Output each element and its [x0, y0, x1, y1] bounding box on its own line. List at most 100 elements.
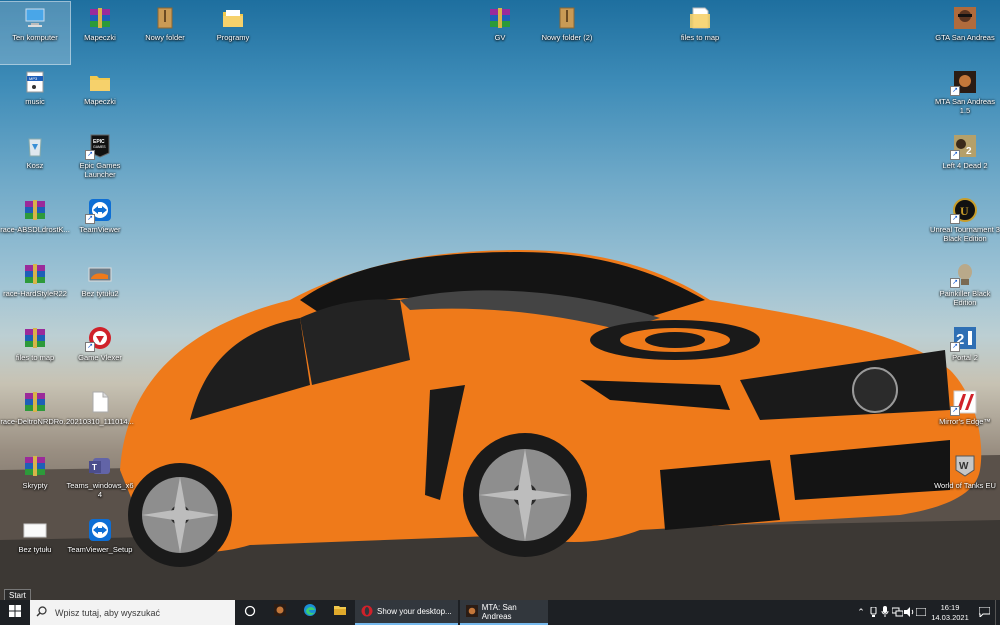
- desktop-icon-race-deltro[interactable]: race-DeltroNRDRo...: [0, 386, 70, 448]
- show-desktop-button[interactable]: [995, 600, 1000, 625]
- shortcut-arrow-icon: ↗: [85, 214, 95, 224]
- winrar-archive-icon: [23, 326, 47, 350]
- mta-sa-icon: ↗: [950, 70, 977, 96]
- svg-text:W: W: [959, 461, 969, 472]
- desktop-icon-nowy-folder-2[interactable]: Nowy folder (2): [532, 2, 602, 64]
- shortcut-arrow-icon: ↗: [950, 214, 960, 224]
- desktop-icon-kosz[interactable]: Kosz: [0, 130, 70, 192]
- desktop-icon-gv[interactable]: GV: [465, 2, 535, 64]
- icon-label: Nowy folder (2): [541, 33, 593, 42]
- game-launcher-icon: [273, 603, 287, 622]
- folder-archive-icon: [153, 6, 177, 30]
- svg-text:2: 2: [966, 146, 972, 157]
- winrar-archive-icon: [488, 6, 512, 30]
- taskbar-app-opera[interactable]: Show your desktop...: [355, 600, 458, 625]
- desktop-icon-unreal-tournament[interactable]: U ↗ Unreal Tournament 3 Black Edition: [930, 194, 1000, 256]
- language-button[interactable]: [915, 600, 927, 625]
- taskbar-app-mta[interactable]: MTA: San Andreas: [459, 600, 548, 625]
- desktop-icon-mapeczki-archive[interactable]: Mapeczki: [65, 2, 135, 64]
- desktop-icon-game-vlexer[interactable]: ↗ Game Vlexer: [65, 322, 135, 384]
- svg-text:U: U: [960, 204, 969, 218]
- car-wallpaper-image: [0, 250, 1000, 600]
- edge-icon: [303, 603, 317, 622]
- icon-label: Portal 2: [952, 353, 978, 362]
- desktop-icon-left4dead2[interactable]: 2 ↗ Left 4 Dead 2: [930, 130, 1000, 192]
- desktop-icon-programy[interactable]: Programy: [198, 2, 268, 64]
- taskbar-app-label: MTA: San Andreas: [481, 602, 517, 621]
- network-icon: [891, 607, 903, 619]
- notifications-button[interactable]: [973, 600, 995, 625]
- winrar-archive-icon: [88, 6, 112, 30]
- desktop-icon-world-of-tanks[interactable]: W World of Tanks EU: [930, 450, 1000, 512]
- icon-label: GV: [494, 33, 506, 42]
- shortcut-arrow-icon: ↗: [85, 150, 95, 160]
- taskbar: Wpisz tutaj, aby wyszukać Show your desk…: [0, 600, 1000, 625]
- volume-button[interactable]: [903, 600, 915, 625]
- start-button[interactable]: [0, 600, 30, 625]
- show-hidden-icons-button[interactable]: ⌃: [855, 600, 867, 625]
- desktop-icon-files-to-map-archive[interactable]: files to map: [0, 322, 70, 384]
- search-placeholder: Wpisz tutaj, aby wyszukać: [55, 607, 161, 618]
- desktop-icon-race-absdl[interactable]: race-ABSDLdrostK...: [0, 194, 70, 256]
- desktop-wallpaper: [0, 0, 1000, 600]
- taskbar-file-explorer[interactable]: [325, 600, 355, 625]
- desktop-icon-nowy-folder[interactable]: Nowy folder: [130, 2, 200, 64]
- icon-label: Mirror's Edge™: [939, 417, 991, 426]
- tray-app-button[interactable]: [867, 600, 879, 625]
- desktop-icon-race-hardstyle[interactable]: race-HardStyleR22: [0, 258, 70, 320]
- taskbar-edge[interactable]: [295, 600, 325, 625]
- desktop-icon-bez-tytulu[interactable]: Bez tytułu: [0, 514, 70, 576]
- icon-label: Nowy folder: [145, 33, 185, 42]
- winrar-archive-icon: [23, 390, 47, 414]
- icon-label: TeamViewer: [79, 225, 121, 234]
- taskbar-pinned-app[interactable]: [265, 600, 295, 625]
- desktop-icon-20210310-file[interactable]: 20210310_111014...: [65, 386, 135, 448]
- task-view-button[interactable]: [235, 600, 265, 625]
- icon-label: files to map: [680, 33, 720, 42]
- desktop-icon-mta-san-andreas[interactable]: ↗ MTA San Andreas 1.5: [930, 66, 1000, 128]
- blank-file-icon: [88, 390, 112, 414]
- teamviewer-icon: ↗: [85, 198, 112, 224]
- taskbar-search-box[interactable]: Wpisz tutaj, aby wyszukać: [30, 600, 235, 625]
- taskbar-clock[interactable]: 16:19 14.03.2021: [927, 603, 973, 623]
- network-button[interactable]: [891, 600, 903, 625]
- clock-time: 16:19: [940, 602, 960, 612]
- desktop-icon-mirrors-edge[interactable]: ↗ Mirror's Edge™: [930, 386, 1000, 448]
- opera-icon: [361, 605, 373, 619]
- world-of-tanks-icon: W: [953, 454, 977, 478]
- desktop-icon-epic-games[interactable]: EPIC GAMES ↗ Epic Games Launcher: [65, 130, 135, 192]
- volume-icon: [903, 606, 915, 619]
- desktop-icon-teamviewer[interactable]: ↗ TeamViewer: [65, 194, 135, 256]
- gta-sa-icon: [953, 6, 977, 30]
- icon-label: MTA San Andreas 1.5: [935, 97, 995, 115]
- desktop-icon-gta-san-andreas[interactable]: GTA San Andreas: [930, 2, 1000, 64]
- desktop-icon-bez-tytulu2[interactable]: Bez tytułu2: [65, 258, 135, 320]
- taskbar-app-label: Show your desktop...: [377, 607, 452, 616]
- tray-app-icon: [869, 606, 878, 619]
- desktop-icon-painkiller[interactable]: ↗ Painkiller Black Edition: [930, 258, 1000, 320]
- desktop-icon-files-to-map-folder[interactable]: files to map: [665, 2, 735, 64]
- microphone-button[interactable]: [879, 600, 891, 625]
- shortcut-arrow-icon: ↗: [950, 150, 960, 160]
- desktop-icon-teamviewer-setup[interactable]: TeamViewer_Setup: [65, 514, 135, 576]
- desktop-icon-skrypty[interactable]: Skrypty: [0, 450, 70, 512]
- clock-date: 14.03.2021: [931, 612, 969, 622]
- svg-text:MP3: MP3: [29, 76, 38, 81]
- game-app-icon: ↗: [85, 326, 112, 352]
- icon-label: Bez tytułu2: [81, 289, 119, 298]
- icon-label: Epic Games Launcher: [79, 161, 121, 179]
- unreal-tournament-icon: U ↗: [950, 198, 977, 224]
- icon-label: Kosz: [26, 161, 44, 170]
- desktop-icon-mapeczki-folder[interactable]: Mapeczki: [65, 66, 135, 128]
- mta-sa-icon: [465, 604, 478, 619]
- svg-text:GAMES: GAMES: [93, 145, 106, 149]
- icon-label: Teams_windows_x64: [66, 481, 134, 499]
- task-view-icon: [244, 604, 256, 622]
- folder-icon: [88, 70, 112, 94]
- desktop-icon-portal2[interactable]: 2 ↗ Portal 2: [930, 322, 1000, 384]
- desktop-icon-music[interactable]: MP3 music: [0, 66, 70, 128]
- desktop-icon-teams-installer[interactable]: T Teams_windows_x64: [65, 450, 135, 512]
- portal2-icon: 2 ↗: [950, 326, 977, 352]
- icon-label: Bez tytułu: [18, 545, 52, 554]
- desktop-icon-ten-komputer[interactable]: Ten komputer: [0, 1, 71, 65]
